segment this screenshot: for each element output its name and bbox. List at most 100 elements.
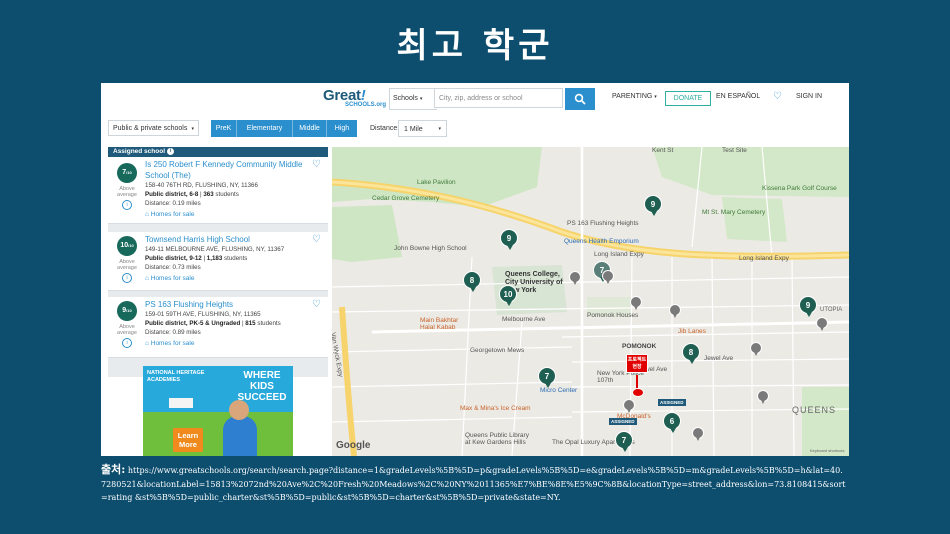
map-label: POMONOK: [622, 343, 657, 350]
school-name-link[interactable]: Is 250 Robert F Kennedy Community Middle…: [145, 159, 305, 181]
nav-parenting[interactable]: PARENTING ▾: [612, 93, 657, 100]
ad-grass: [143, 412, 293, 456]
ad-child-image: [223, 416, 257, 456]
school-pin[interactable]: 9: [500, 229, 518, 250]
info-icon[interactable]: i: [122, 338, 132, 348]
map-label: Test Site: [722, 147, 747, 154]
greatschools-screenshot: Great! SCHOOLS.org Schools ▾ City, zip, …: [101, 83, 849, 456]
map-label: Long Island Expy: [594, 251, 644, 258]
unrated-school-pin[interactable]: [750, 342, 762, 356]
nav-espanol[interactable]: EN ESPAÑOL: [716, 93, 760, 100]
school-distance: Distance: 0.73 miles: [145, 264, 201, 271]
grade-prek-button[interactable]: PreK: [211, 120, 237, 137]
source-citation: 출처: https://www.greatschools.org/search/…: [101, 463, 846, 502]
school-card[interactable]: 7/10 Above average i Is 250 Robert F Ken…: [108, 157, 328, 224]
map-label: Micro Center: [540, 387, 578, 394]
homes-for-sale-link[interactable]: ⌂ Homes for sale: [145, 340, 194, 347]
info-icon[interactable]: i: [122, 273, 132, 283]
map-label: Queens Public Library at Kew Gardens Hil…: [465, 432, 529, 446]
school-pin[interactable]: 6: [663, 412, 681, 433]
school-address: 159-01 59TH AVE, FLUSHING, NY, 11365: [145, 311, 261, 318]
assigned-school-header: Assigned school i: [108, 147, 328, 157]
grade-middle-button[interactable]: Middle: [293, 120, 327, 137]
advertisement[interactable]: NATIONAL HERITAGE ACADEMIES WHERE KIDS S…: [143, 366, 293, 456]
map-label: Lake Pavilion: [417, 179, 456, 186]
ad-brand: NATIONAL HERITAGE ACADEMIES: [147, 370, 205, 383]
unrated-school-pin[interactable]: [757, 390, 769, 404]
home-icon: ⌂: [145, 211, 149, 218]
school-card[interactable]: 9/10 Above average i PS 163 Flushing Hei…: [108, 297, 328, 358]
heart-icon[interactable]: ♡: [773, 91, 782, 102]
school-map[interactable]: Lake Pavilion Cedar Grove Cemetery John …: [332, 147, 849, 456]
school-name-link[interactable]: Townsend Harris High School: [145, 234, 305, 245]
unrated-school-pin[interactable]: [692, 427, 704, 441]
slide-title: 최고 학군: [396, 26, 554, 66]
homes-for-sale-link[interactable]: ⌂ Homes for sale: [145, 275, 194, 282]
school-pin[interactable]: 8: [463, 271, 481, 292]
school-card[interactable]: 10/10 Above average i Townsend Harris Hi…: [108, 232, 328, 291]
map-label: Queens Health Emporium: [564, 238, 639, 245]
ad-book-image: [169, 398, 193, 408]
unrated-school-pin[interactable]: [630, 296, 642, 310]
grade-elementary-button[interactable]: Elementary: [237, 120, 293, 137]
ad-learn-more-button[interactable]: Learn More: [173, 428, 203, 452]
school-address: 149-11 MELBOURNE AVE, FLUSHING, NY, 1136…: [145, 246, 285, 253]
source-url[interactable]: https://www.greatschools.org/search/sear…: [101, 466, 846, 502]
map-label: Long Island Expy: [739, 255, 789, 262]
grade-high-button[interactable]: High: [327, 120, 357, 137]
map-label: Kissena Park Golf Course: [762, 185, 837, 192]
unrated-school-pin[interactable]: [623, 399, 635, 413]
school-distance: Distance: 0.19 miles: [145, 200, 201, 207]
map-label: Jewel Ave: [704, 355, 734, 362]
school-list: Assigned school i 7/10 Above average i I…: [108, 147, 328, 377]
info-icon[interactable]: i: [122, 200, 132, 210]
school-district: Public district, PK-5 & Ungraded | 815 s…: [145, 320, 281, 327]
map-label: Georgetown Mews: [470, 347, 525, 354]
map-label: Cedar Grove Cemetery: [372, 195, 440, 202]
map-label: Pomonok Houses: [587, 312, 639, 319]
unrated-school-pin[interactable]: [669, 304, 681, 318]
project-site-pointer: [636, 375, 638, 389]
school-name-link[interactable]: PS 163 Flushing Heights: [145, 299, 305, 310]
project-site-label: 프로젝트 현장: [626, 354, 648, 373]
school-pin[interactable]: 7: [538, 367, 556, 388]
school-pin[interactable]: 8: [682, 343, 700, 364]
map-label: Kent St: [652, 147, 674, 154]
map-label: Jib Lanes: [678, 328, 706, 335]
homes-for-sale-link[interactable]: ⌂ Homes for sale: [145, 211, 194, 218]
school-pin[interactable]: 9: [799, 296, 817, 317]
map-label: Melbourne Ave: [502, 316, 546, 323]
search-button[interactable]: [565, 88, 595, 110]
search-icon: [574, 93, 586, 105]
search-input[interactable]: City, zip, address or school: [434, 88, 563, 108]
nav-signin[interactable]: SIGN IN: [796, 93, 822, 100]
rating-badge: 10/10: [117, 236, 137, 256]
unrated-school-pin[interactable]: [816, 317, 828, 331]
school-pin[interactable]: 10: [499, 285, 517, 306]
google-logo: Google: [336, 440, 371, 451]
rating-note: Above average: [117, 324, 137, 336]
heart-icon[interactable]: ♡: [312, 299, 321, 310]
project-site-marker: [632, 388, 644, 397]
search-type-select[interactable]: Schools ▾: [389, 88, 437, 110]
unrated-school-pin[interactable]: [602, 270, 614, 284]
assigned-tag: ASSIGNED: [609, 418, 637, 425]
rating-note: Above average: [117, 259, 137, 271]
map-label: QUEENS: [792, 405, 837, 415]
heart-icon[interactable]: ♡: [312, 234, 321, 245]
greatschools-logo[interactable]: Great! SCHOOLS.org: [323, 87, 386, 108]
donate-button[interactable]: DONATE: [665, 91, 711, 106]
keyboard-shortcuts-link[interactable]: Keyboard shortcuts: [810, 448, 844, 453]
heart-icon[interactable]: ♡: [312, 159, 321, 170]
site-header: Great! SCHOOLS.org Schools ▾ City, zip, …: [101, 83, 849, 115]
school-address: 158-40 76TH RD, FLUSHING, NY, 11366: [145, 182, 258, 189]
distance-label: Distance:: [370, 125, 400, 132]
school-type-select[interactable]: Public & private schools ▾: [108, 120, 199, 136]
home-icon: ⌂: [145, 275, 149, 282]
distance-select[interactable]: 1 Mile ▾: [398, 120, 447, 137]
map-label: UTOPIA: [820, 307, 843, 313]
school-pin[interactable]: 7: [615, 431, 633, 452]
rating-note: Above average: [117, 186, 137, 198]
unrated-school-pin[interactable]: [569, 271, 581, 285]
school-pin[interactable]: 9: [644, 195, 662, 216]
